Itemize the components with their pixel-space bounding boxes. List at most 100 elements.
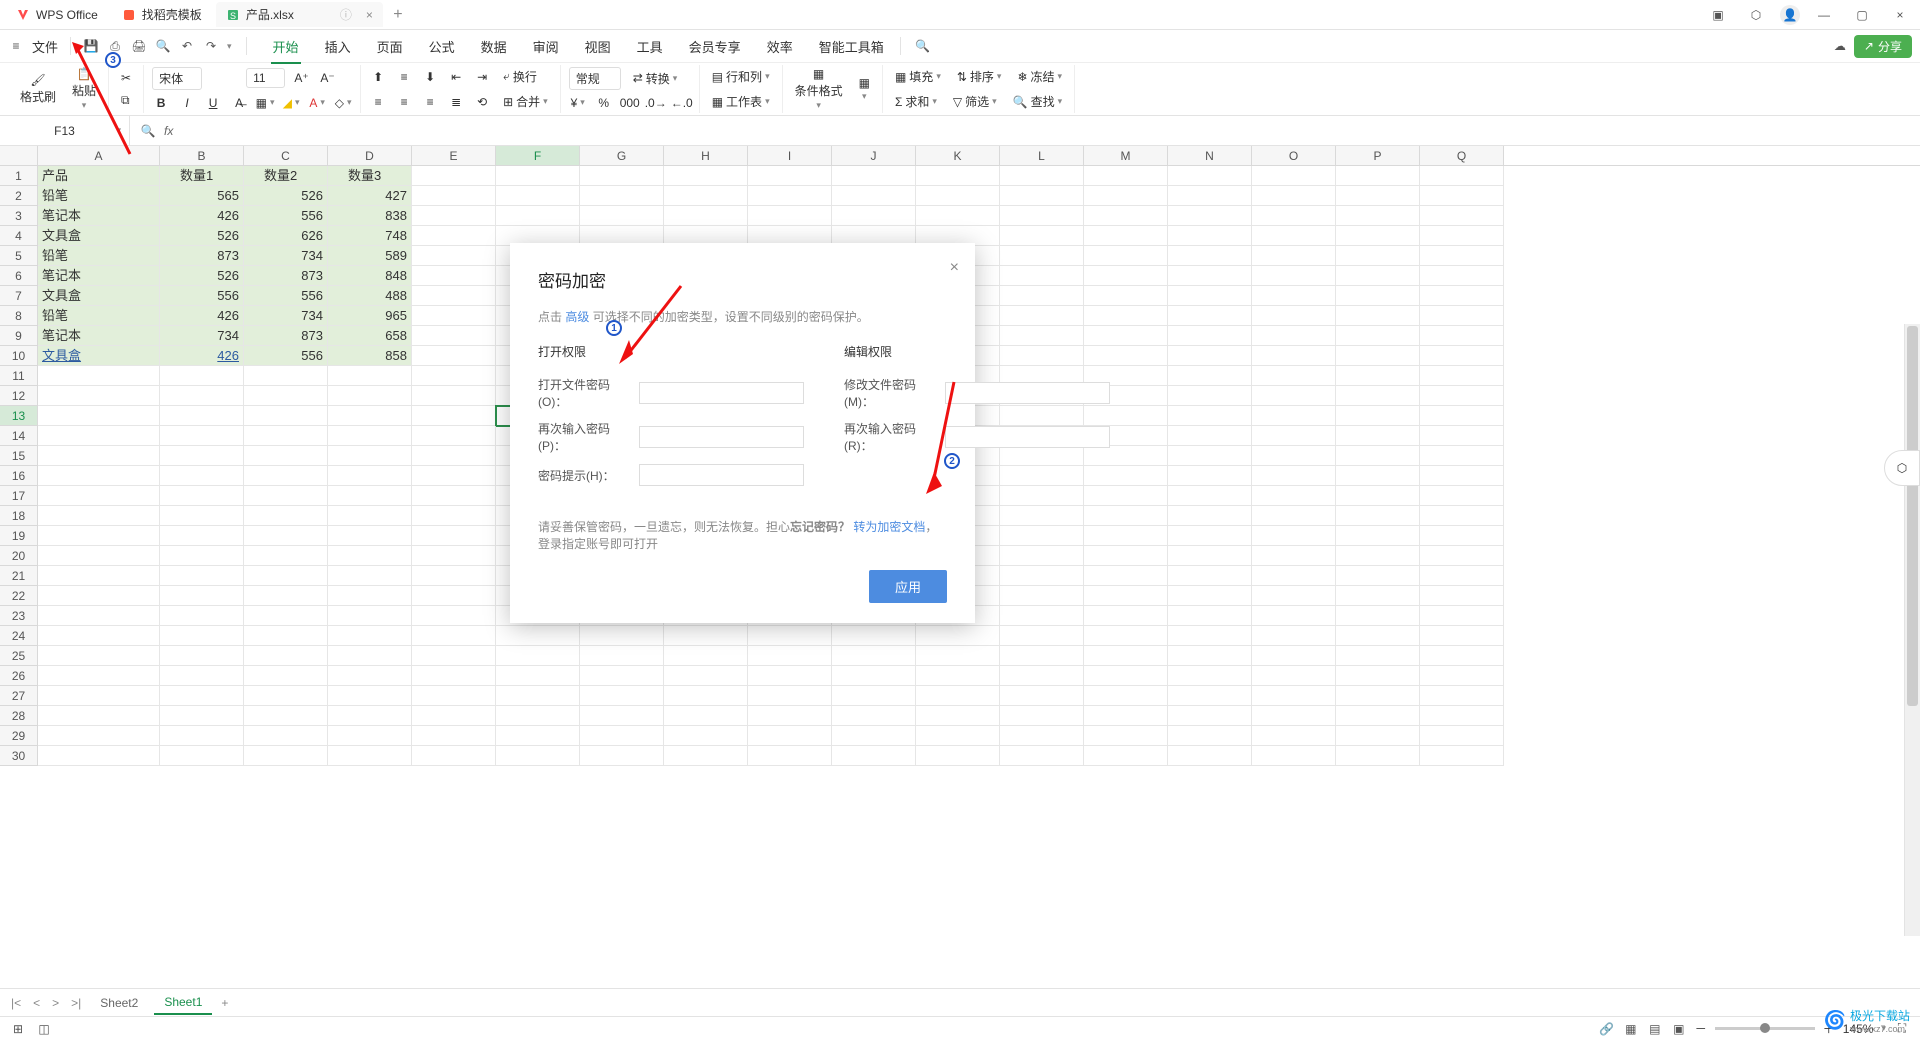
cell[interactable]: [160, 606, 244, 626]
cell[interactable]: [1252, 686, 1336, 706]
cell[interactable]: [1252, 326, 1336, 346]
cell[interactable]: [916, 186, 1000, 206]
cell[interactable]: [1000, 206, 1084, 226]
select-all-corner[interactable]: [0, 146, 38, 165]
cell[interactable]: [412, 686, 496, 706]
cell[interactable]: [412, 166, 496, 186]
cell[interactable]: [244, 646, 328, 666]
avatar-icon[interactable]: 👤: [1780, 5, 1800, 25]
cell[interactable]: [916, 706, 1000, 726]
cell[interactable]: [160, 746, 244, 766]
cell[interactable]: [1000, 286, 1084, 306]
cell[interactable]: [1420, 486, 1504, 506]
cell[interactable]: [412, 706, 496, 726]
cell[interactable]: [1252, 346, 1336, 366]
cell[interactable]: [160, 506, 244, 526]
cell[interactable]: [1000, 246, 1084, 266]
cell[interactable]: 873: [244, 266, 328, 286]
cell[interactable]: 426: [160, 346, 244, 366]
cell[interactable]: [580, 666, 664, 686]
cell[interactable]: [1168, 726, 1252, 746]
search-icon[interactable]: 🔍: [915, 38, 931, 54]
cell[interactable]: [160, 546, 244, 566]
cell[interactable]: [1252, 406, 1336, 426]
cell[interactable]: [244, 586, 328, 606]
cell[interactable]: [1168, 266, 1252, 286]
row-header[interactable]: 6: [0, 266, 38, 286]
cell[interactable]: [1000, 626, 1084, 646]
cell[interactable]: 556: [244, 206, 328, 226]
font-size-select[interactable]: 11: [246, 68, 284, 88]
modify-password-input[interactable]: [945, 382, 1110, 404]
cell[interactable]: [160, 566, 244, 586]
cell[interactable]: [832, 166, 916, 186]
apply-button[interactable]: 应用: [869, 570, 947, 603]
cell[interactable]: 488: [328, 286, 412, 306]
cell[interactable]: [1252, 446, 1336, 466]
cell[interactable]: [832, 726, 916, 746]
menu-start[interactable]: 开始: [271, 33, 301, 60]
row-header[interactable]: 2: [0, 186, 38, 206]
cell[interactable]: 产品: [38, 166, 160, 186]
wrap-button[interactable]: ⤶ 换行: [499, 66, 541, 87]
sheet-nav-prev[interactable]: <: [30, 996, 43, 1010]
cell[interactable]: [748, 746, 832, 766]
cell[interactable]: [38, 666, 160, 686]
cell[interactable]: [1252, 166, 1336, 186]
cell[interactable]: [1420, 626, 1504, 646]
cell[interactable]: [1084, 626, 1168, 646]
paste-button[interactable]: 📋粘贴▾: [68, 67, 100, 111]
cell[interactable]: [580, 726, 664, 746]
cell[interactable]: 873: [244, 326, 328, 346]
cell[interactable]: 426: [160, 206, 244, 226]
cell[interactable]: [244, 666, 328, 686]
col-header-M[interactable]: M: [1084, 146, 1168, 165]
align-right-button[interactable]: ≡: [421, 93, 439, 111]
merge-button[interactable]: ⊞ 合并▾: [499, 91, 552, 112]
cell[interactable]: [38, 586, 160, 606]
cell[interactable]: [1000, 306, 1084, 326]
cell[interactable]: [1168, 466, 1252, 486]
cell[interactable]: [160, 586, 244, 606]
row-header[interactable]: 9: [0, 326, 38, 346]
cell[interactable]: [328, 466, 412, 486]
minimize-button[interactable]: —: [1810, 1, 1838, 29]
cell[interactable]: [412, 606, 496, 626]
cell[interactable]: 铅笔: [38, 246, 160, 266]
align-left-button[interactable]: ≡: [369, 93, 387, 111]
cell[interactable]: [38, 486, 160, 506]
dec-inc-button[interactable]: .0→: [647, 94, 665, 112]
cell[interactable]: [1168, 346, 1252, 366]
col-header-P[interactable]: P: [1336, 146, 1420, 165]
cell[interactable]: [1252, 286, 1336, 306]
cell[interactable]: [916, 726, 1000, 746]
cell[interactable]: [328, 406, 412, 426]
row-header[interactable]: 24: [0, 626, 38, 646]
number-format-select[interactable]: 常规: [569, 67, 621, 90]
row-header[interactable]: 20: [0, 546, 38, 566]
cell[interactable]: 426: [160, 306, 244, 326]
cell[interactable]: [1168, 326, 1252, 346]
cloud-sync-icon[interactable]: ☁: [1832, 38, 1848, 54]
redo-icon[interactable]: ↷: [203, 38, 219, 54]
col-header-G[interactable]: G: [580, 146, 664, 165]
cell[interactable]: [1168, 526, 1252, 546]
currency-button[interactable]: ¥▾: [569, 94, 587, 112]
row-header[interactable]: 11: [0, 366, 38, 386]
cell[interactable]: [1168, 686, 1252, 706]
cell[interactable]: [244, 386, 328, 406]
cell[interactable]: [580, 166, 664, 186]
align-top-button[interactable]: ⬆: [369, 68, 387, 86]
print-icon[interactable]: 🖨: [131, 38, 147, 54]
cell[interactable]: [916, 646, 1000, 666]
cell[interactable]: [832, 686, 916, 706]
cell[interactable]: 文具盒: [38, 226, 160, 246]
menu-page[interactable]: 页面: [375, 33, 405, 60]
cell[interactable]: [160, 386, 244, 406]
cell[interactable]: [1084, 706, 1168, 726]
strike-button[interactable]: A̶: [230, 94, 248, 112]
view-normal-icon[interactable]: ▦: [1623, 1021, 1639, 1037]
col-header-J[interactable]: J: [832, 146, 916, 165]
cell[interactable]: 笔记本: [38, 266, 160, 286]
cell[interactable]: [412, 466, 496, 486]
